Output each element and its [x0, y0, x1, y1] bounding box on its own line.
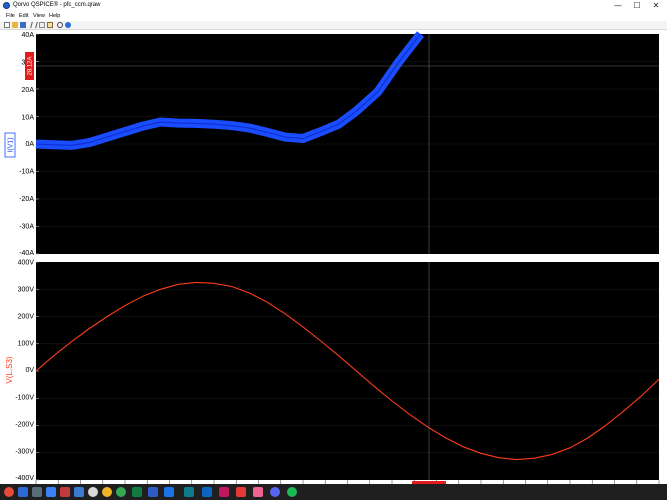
- app-icon[interactable]: [102, 487, 112, 497]
- app-icon[interactable]: [88, 487, 98, 497]
- app-icon[interactable]: [184, 487, 194, 497]
- y-tick-label: 100V: [18, 340, 35, 347]
- bottom-trace-label[interactable]: V(L,S3): [5, 356, 14, 383]
- y-tick-label: -400V: [15, 475, 34, 482]
- app-icon[interactable]: [148, 487, 158, 497]
- app-icon[interactable]: [270, 487, 280, 497]
- y-tick-label: 0V: [25, 367, 34, 374]
- waveform-svg[interactable]: 40A 30A 20A 10A 0A -10A -20A -30A -40A 2…: [0, 30, 667, 484]
- bottom-y-axis: 400V 300V 200V 100V 0V -100V -200V -300V…: [15, 259, 34, 482]
- y-tick-label: 300V: [18, 286, 35, 293]
- app-icon[interactable]: [4, 487, 14, 497]
- menu-file[interactable]: File: [6, 12, 15, 21]
- app-icon[interactable]: [287, 487, 297, 497]
- y-tick-label: 10A: [22, 114, 35, 121]
- y-tick-label: -20A: [19, 196, 34, 203]
- app-icon[interactable]: [202, 487, 212, 497]
- app-icon[interactable]: [18, 487, 28, 497]
- new-file-icon[interactable]: [4, 22, 10, 28]
- y-tick-label: 40A: [22, 32, 35, 39]
- app-icon[interactable]: [46, 487, 56, 497]
- help-icon[interactable]: [65, 22, 71, 28]
- close-button[interactable]: ✕: [647, 0, 665, 11]
- qspice-app-icon: [3, 2, 10, 9]
- open-file-icon[interactable]: [12, 22, 18, 28]
- app-icon[interactable]: [116, 487, 126, 497]
- menu-edit[interactable]: Edit: [19, 12, 28, 21]
- y-tick-label: -10A: [19, 168, 34, 175]
- cursor-readout-value: 28.12A: [28, 56, 34, 75]
- taskbar: [0, 484, 667, 500]
- y-tick-label: -300V: [15, 448, 34, 455]
- minimize-button[interactable]: —: [609, 0, 627, 11]
- y-tick-label: -200V: [15, 421, 34, 428]
- app-icon[interactable]: [60, 487, 70, 497]
- waveform-viewer: 40A 30A 20A 10A 0A -10A -20A -30A -40A 2…: [0, 30, 667, 484]
- paste-icon[interactable]: [47, 22, 53, 28]
- zoom-icon[interactable]: [57, 22, 63, 28]
- menu-bar: File Edit View Help: [0, 12, 667, 21]
- title-bar: Qorvo QSPICE® - pfc_ccm.qraw — ☐ ✕: [0, 0, 667, 12]
- app-icon[interactable]: [132, 487, 142, 497]
- y-tick-label: 400V: [18, 259, 35, 266]
- copy-icon[interactable]: [39, 22, 45, 28]
- app-icon[interactable]: [253, 487, 263, 497]
- top-trace-label[interactable]: I(V1): [8, 137, 15, 152]
- app-icon[interactable]: [164, 487, 174, 497]
- app-icon[interactable]: [219, 487, 229, 497]
- save-icon[interactable]: [20, 22, 26, 28]
- y-tick-label: 0A: [25, 141, 34, 148]
- menu-help[interactable]: Help: [49, 12, 60, 21]
- y-tick-label: -40A: [19, 250, 34, 257]
- y-tick-label: 20A: [22, 87, 35, 94]
- app-icon[interactable]: [236, 487, 246, 497]
- toolbar: [0, 21, 667, 30]
- y-tick-label: 200V: [18, 313, 35, 320]
- y-tick-label: -100V: [15, 394, 34, 401]
- menu-view[interactable]: View: [33, 12, 45, 21]
- cut-icon[interactable]: [30, 22, 38, 28]
- app-icon[interactable]: [32, 487, 42, 497]
- maximize-button[interactable]: ☐: [628, 0, 646, 11]
- y-tick-label: -30A: [19, 223, 34, 230]
- window-title: Qorvo QSPICE® - pfc_ccm.qraw: [13, 2, 101, 8]
- app-icon[interactable]: [74, 487, 84, 497]
